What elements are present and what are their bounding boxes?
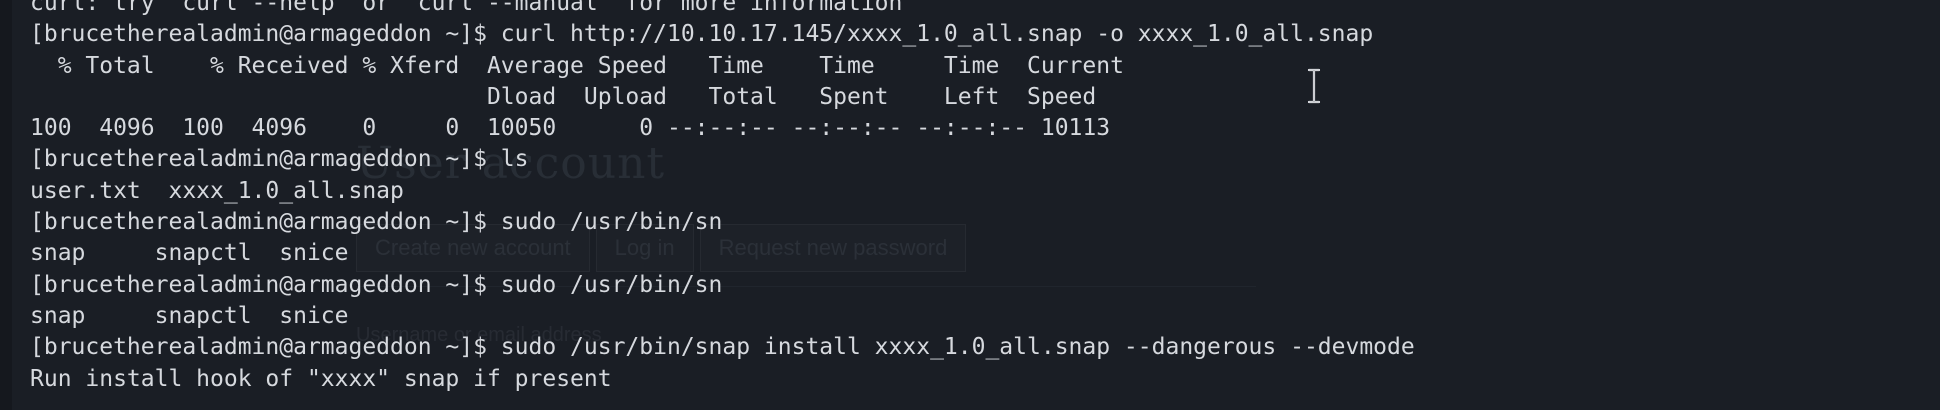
terminal-output[interactable]: curl: try 'curl --help' or 'curl --manua… bbox=[30, 0, 1415, 395]
terminal-line-completion-1: snap snapctl snice bbox=[30, 240, 349, 267]
terminal-line-ls-output: user.txt xxxx_1.0_all.snap bbox=[30, 177, 404, 204]
window-left-edge bbox=[0, 0, 12, 410]
terminal-window[interactable]: User account Create new account Log in R… bbox=[0, 0, 1940, 410]
terminal-line-curl-help: curl: try 'curl --help' or 'curl --manua… bbox=[30, 0, 903, 16]
terminal-line-curl-progress: 100 4096 100 4096 0 0 10050 0 --:--:-- -… bbox=[30, 115, 1111, 142]
terminal-line-prompt-snap-install: [brucetherealadmin@armageddon ~]$ sudo /… bbox=[30, 334, 1415, 361]
terminal-line-curl-header-2: Dload Upload Total Spent Left Speed bbox=[30, 83, 1097, 110]
terminal-line-install-hook: Run install hook of "xxxx" snap if prese… bbox=[30, 365, 612, 392]
terminal-line-prompt-sudo-sn-1: [brucetherealadmin@armageddon ~]$ sudo /… bbox=[30, 209, 723, 236]
terminal-line-prompt-sudo-sn-2: [brucetherealadmin@armageddon ~]$ sudo /… bbox=[30, 271, 723, 298]
terminal-line-prompt-curl: [brucetherealadmin@armageddon ~]$ curl h… bbox=[30, 21, 1374, 48]
terminal-line-completion-2: snap snapctl snice bbox=[30, 302, 349, 329]
terminal-line-curl-header-1: % Total % Received % Xferd Average Speed… bbox=[30, 52, 1124, 79]
terminal-line-prompt-ls: [brucetherealadmin@armageddon ~]$ ls bbox=[30, 146, 529, 173]
